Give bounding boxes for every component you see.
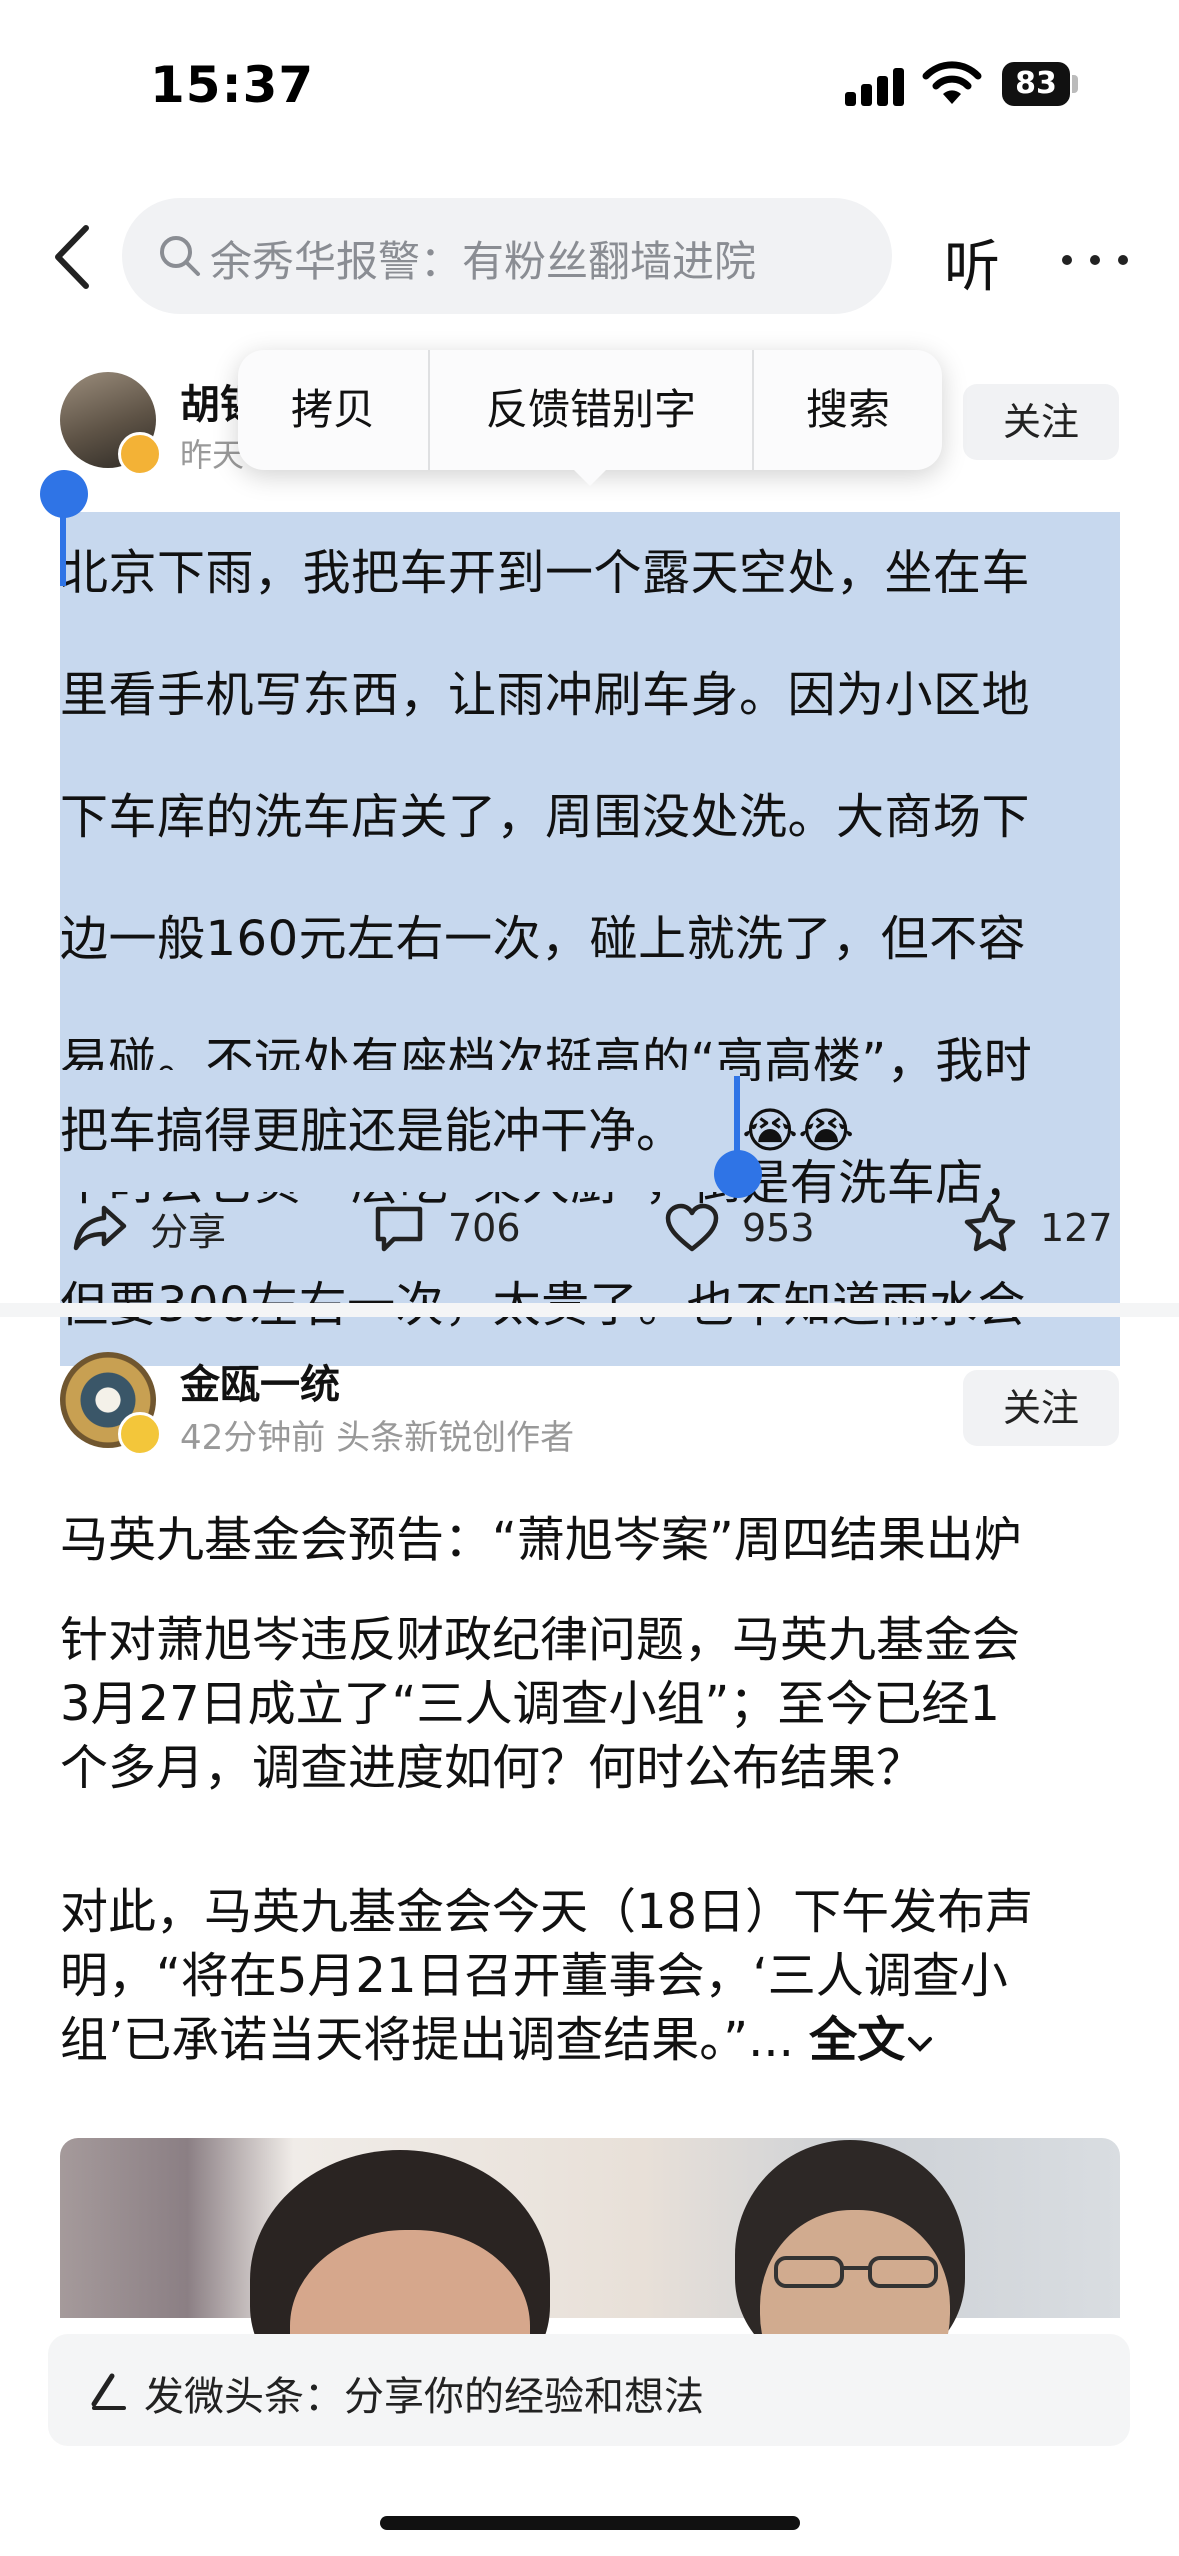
like-button[interactable]: 953	[664, 1198, 815, 1258]
feedback-typo-menu-item[interactable]: 反馈错别字	[430, 350, 752, 470]
creator-badge-icon	[118, 1412, 162, 1456]
post-title-text: 马英九基金会预告：“萧旭岑案”周四结果出炉	[60, 1512, 1022, 1568]
paragraph-line: 明，“将在5月21日召开董事会，‘三人调查小	[60, 1948, 1008, 2004]
home-indicator[interactable]	[380, 2516, 800, 2530]
pen-icon	[84, 2368, 128, 2412]
menu-pointer	[566, 462, 614, 486]
post-actions: 分享 706 953 127	[0, 1180, 1179, 1270]
comment-icon	[375, 1206, 423, 1252]
search-bar[interactable]: 余秀华报警：有粉丝翻墙进院	[122, 198, 892, 314]
author-name[interactable]: 金瓯一统	[180, 1352, 340, 1410]
post-title[interactable]: 马英九基金会预告：“萧旭岑案”周四结果出炉	[60, 1508, 1120, 1572]
cellular-signal-icon	[845, 66, 905, 106]
body-line: 北京下雨，我把车开到一个露天空处，坐在车	[60, 512, 1120, 634]
paragraph-line: 组’已承诺当天将提出调查结果。”...	[60, 2012, 794, 2068]
body-line: 边一般160元左右一次，碰上就洗了，但不容	[60, 878, 1120, 1000]
search-icon	[156, 232, 204, 280]
copy-menu-item[interactable]: 拷贝	[238, 350, 428, 470]
text-selection-menu: 拷贝 反馈错别字 搜索	[238, 350, 942, 470]
star-icon	[964, 1202, 1016, 1252]
like-count: 953	[742, 1206, 815, 1250]
paragraph-line: 3月27日成立了“三人调查小组”；至今已经1	[60, 1676, 1000, 1732]
full-text-link[interactable]: 全文	[809, 2012, 935, 2068]
crying-laughing-emoji: 😭😭	[742, 1103, 855, 1159]
full-text-label: 全文	[809, 2012, 906, 2068]
share-button[interactable]: 分享	[72, 1198, 226, 1258]
body-line: 里看手机写东西，让雨冲刷车身。因为小区地	[60, 634, 1120, 756]
comment-button[interactable]: 706	[372, 1198, 521, 1258]
wifi-icon	[922, 60, 982, 106]
body-line-last: 把车搞得更脏还是能冲干净。	[60, 1070, 740, 1192]
compose-bar[interactable]: 发微头条：分享你的经验和想法	[48, 2334, 1130, 2446]
post-paragraph[interactable]: 对此，马英九基金会今天（18日）下午发布声 明，“将在5月21日召开董事会，‘三…	[60, 1880, 1120, 2072]
selection-start-knob[interactable]	[40, 470, 88, 518]
post-paragraph[interactable]: 针对萧旭岑违反财政纪律问题，马英九基金会 3月27日成立了“三人调查小组”；至今…	[60, 1608, 1120, 1800]
search-placeholder: 余秀华报警：有粉丝翻墙进院	[210, 237, 757, 286]
heart-icon	[665, 1203, 719, 1252]
post-time: 昨天	[180, 436, 245, 474]
favorite-count: 127	[1040, 1206, 1113, 1250]
share-label: 分享	[150, 1209, 227, 1254]
verified-badge-icon	[118, 432, 162, 476]
comment-count: 706	[448, 1206, 521, 1250]
paragraph-line: 对此，马英九基金会今天（18日）下午发布声	[60, 1884, 1034, 1940]
body-line: 下车库的洗车店关了，周围没处洗。大商场下	[60, 756, 1120, 878]
search-menu-item[interactable]: 搜索	[754, 350, 942, 470]
listen-button[interactable]: 听	[944, 222, 1000, 303]
glasses-shape	[762, 2250, 952, 2290]
feed-divider	[0, 1303, 1179, 1317]
back-button[interactable]	[48, 222, 98, 292]
follow-button[interactable]: 关注	[963, 1370, 1119, 1446]
follow-button[interactable]: 关注	[963, 384, 1119, 460]
post-body-selected[interactable]: 北京下雨，我把车开到一个露天空处，坐在车 里看手机写东西，让雨冲刷车身。因为小区…	[60, 512, 1120, 1492]
paragraph-line: 个多月，调查进度如何？何时公布结果？	[60, 1740, 925, 1796]
favorite-button[interactable]: 127	[962, 1198, 1113, 1258]
battery-cap	[1072, 75, 1078, 93]
compose-placeholder: 发微头条：分享你的经验和想法	[144, 2374, 704, 2420]
chevron-down-icon	[908, 2037, 933, 2052]
paragraph-line: 针对萧旭岑违反财政纪律问题，马英九基金会	[60, 1612, 1021, 1668]
more-options-icon[interactable]	[1062, 250, 1146, 269]
paragraph-line-last: 组’已承诺当天将提出调查结果。”... 全文	[60, 2008, 1120, 2072]
battery-indicator: 83	[1002, 62, 1070, 106]
chevron-left-icon	[55, 225, 89, 289]
status-time: 15:37	[150, 56, 315, 114]
share-icon	[73, 1205, 127, 1251]
body-line: 把车搞得更脏还是能冲干净。	[60, 1103, 685, 1159]
post-meta: 42分钟前 头条新锐创作者	[180, 1418, 575, 1458]
